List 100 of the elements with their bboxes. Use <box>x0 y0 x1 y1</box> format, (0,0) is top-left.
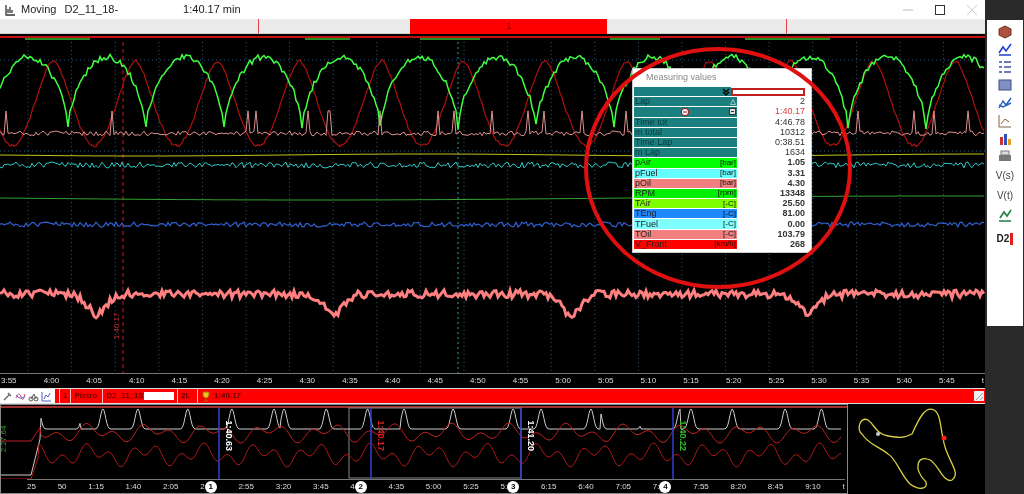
lap-marker[interactable]: 1 <box>204 480 217 493</box>
unit-label: [-C] <box>723 230 736 239</box>
axis-tick-label: 7: <box>652 480 660 493</box>
driver-name: Pietro <box>71 389 104 403</box>
channel-value: 81.00 <box>782 209 805 219</box>
window-icon[interactable] <box>997 77 1013 93</box>
lap-duration: 1:40.17 min <box>183 2 241 18</box>
toolbar-button[interactable]: V(s) <box>995 167 1015 185</box>
axis-tick-label: 4:10 <box>128 375 145 387</box>
maximize-icon[interactable] <box>935 4 945 15</box>
channel-value: 0.00 <box>787 219 805 229</box>
axis-tick-label: 5:00 <box>425 480 442 493</box>
axis-tick-label: 6:40 <box>578 480 594 493</box>
unit-label: [-C] <box>723 220 736 229</box>
unit-label: [bar] <box>720 179 736 188</box>
channel-name: Time Lap <box>635 138 673 148</box>
axis-tick-label: 4:55 <box>512 375 529 387</box>
axis-tick-label: 4:45 <box>427 375 443 387</box>
map-chart-icon[interactable] <box>997 207 1013 223</box>
channel-name: TOil <box>635 229 652 239</box>
channel-name: Time tot <box>635 117 668 127</box>
axis-tick-label: 50 <box>57 480 67 493</box>
axis-tick-label: 4:35 <box>388 480 405 493</box>
axis-tick-label: t <box>842 480 845 493</box>
chart-icon <box>4 3 16 16</box>
channel-name: RPM <box>635 188 655 198</box>
multi-line-icon[interactable] <box>997 95 1013 111</box>
axes-icon[interactable] <box>997 113 1013 129</box>
unit-label: [bar] <box>720 169 736 178</box>
axis-tick-label: 9:10 <box>805 480 821 493</box>
axis-tick-label: 5:35 <box>853 375 870 387</box>
session-name: D2_11_18 <box>106 390 143 402</box>
channel-value: 4:46.78 <box>774 117 805 127</box>
unit-label: [km/h] <box>714 240 736 249</box>
channel-name: Lap <box>635 97 651 107</box>
graph-icon[interactable] <box>41 390 52 402</box>
axis-tick-label: 2:55 <box>238 480 254 493</box>
axis-tick-label: 4:50 <box>470 375 486 387</box>
axis-tick-label: 5:15 <box>683 375 699 387</box>
value-field[interactable] <box>731 87 805 96</box>
channel-value: 3.31 <box>787 168 805 178</box>
axis-tick-label: 5:40 <box>896 375 913 387</box>
cursor-time-label: 1:40.17 <box>111 312 123 340</box>
resize-icon[interactable] <box>974 391 984 401</box>
lap-time: 1:40.17 <box>774 107 805 117</box>
channel-value: 25.50 <box>782 199 805 209</box>
axis-tick-label: 1:15 <box>88 480 104 493</box>
box-icon[interactable] <box>997 23 1013 39</box>
axis-tick-label: 25 <box>27 480 36 493</box>
channel-name: pOil <box>635 178 651 188</box>
redacted-box <box>143 392 174 400</box>
unit-label: [-C] <box>723 209 736 218</box>
triangle-icon <box>730 98 736 105</box>
list-icon[interactable] <box>997 59 1013 75</box>
channel-name: TFuel <box>635 219 658 229</box>
y-axis-label: 2:27.64 <box>0 425 10 453</box>
axis-tick-label: 5: <box>500 480 508 493</box>
best-lap-time: 1:40.17 <box>212 390 243 402</box>
channel-value: 1634 <box>784 148 805 158</box>
axis-tick-label: 4:35 <box>342 375 358 387</box>
lap-marker[interactable]: 2 <box>354 480 367 493</box>
toolbar-button[interactable]: V(t) <box>996 187 1014 205</box>
color-bar <box>1010 232 1014 245</box>
axis-tick-label: 1:40 <box>125 480 142 493</box>
axis-tick-label: 4:25 <box>256 375 273 387</box>
file-name: D2_11_18- <box>64 2 119 18</box>
chart-line-icon[interactable] <box>997 41 1013 57</box>
lap-marker[interactable]: 4 <box>659 480 672 493</box>
unit-label: [bar] <box>720 158 736 167</box>
channel-value: 1.05 <box>787 158 805 168</box>
axis-tick-label: 3:55 <box>1 375 17 387</box>
lap-marker[interactable]: 3 <box>507 480 520 493</box>
collapse-icon[interactable] <box>729 108 736 116</box>
axis-tick-label: 4:20 <box>214 375 230 387</box>
axis-tick-label: 4 <box>350 480 355 493</box>
channel-value: 10312 <box>779 127 805 137</box>
channel-value: 268 <box>789 239 805 249</box>
axis-tick-label: 4:00 <box>43 375 60 387</box>
bar-chart-icon[interactable] <box>997 131 1013 147</box>
axis-tick-label: 7:05 <box>615 480 632 493</box>
channel-name: TEng <box>635 209 657 219</box>
axis-tick-label: 8:45 <box>767 480 784 493</box>
channel-value: 13348 <box>779 188 805 198</box>
wrench-icon[interactable] <box>2 390 13 402</box>
unit-label: [-C] <box>723 199 736 208</box>
axis-tick-label: 5:25 <box>463 480 479 493</box>
channel-name: V_Front <box>635 239 667 249</box>
window-title: Moving <box>21 2 57 18</box>
axis-tick-label: 5:05 <box>597 375 614 387</box>
unit-label: [rpm] <box>717 189 736 198</box>
channel-value: 0:38.51 <box>774 138 805 148</box>
lap-number: 1 <box>59 389 72 403</box>
axis-tick-label: 5:45 <box>939 375 955 387</box>
double-down-icon[interactable] <box>722 87 730 96</box>
axis-tick-label: 6:15 <box>540 480 557 493</box>
channel-value: 103.79 <box>777 229 805 239</box>
trophy-icon <box>200 390 211 402</box>
axis-tick-label: 2 <box>200 480 205 493</box>
axis-tick-label: t <box>981 375 984 387</box>
axis-tick-label: 3:45 <box>313 480 329 493</box>
